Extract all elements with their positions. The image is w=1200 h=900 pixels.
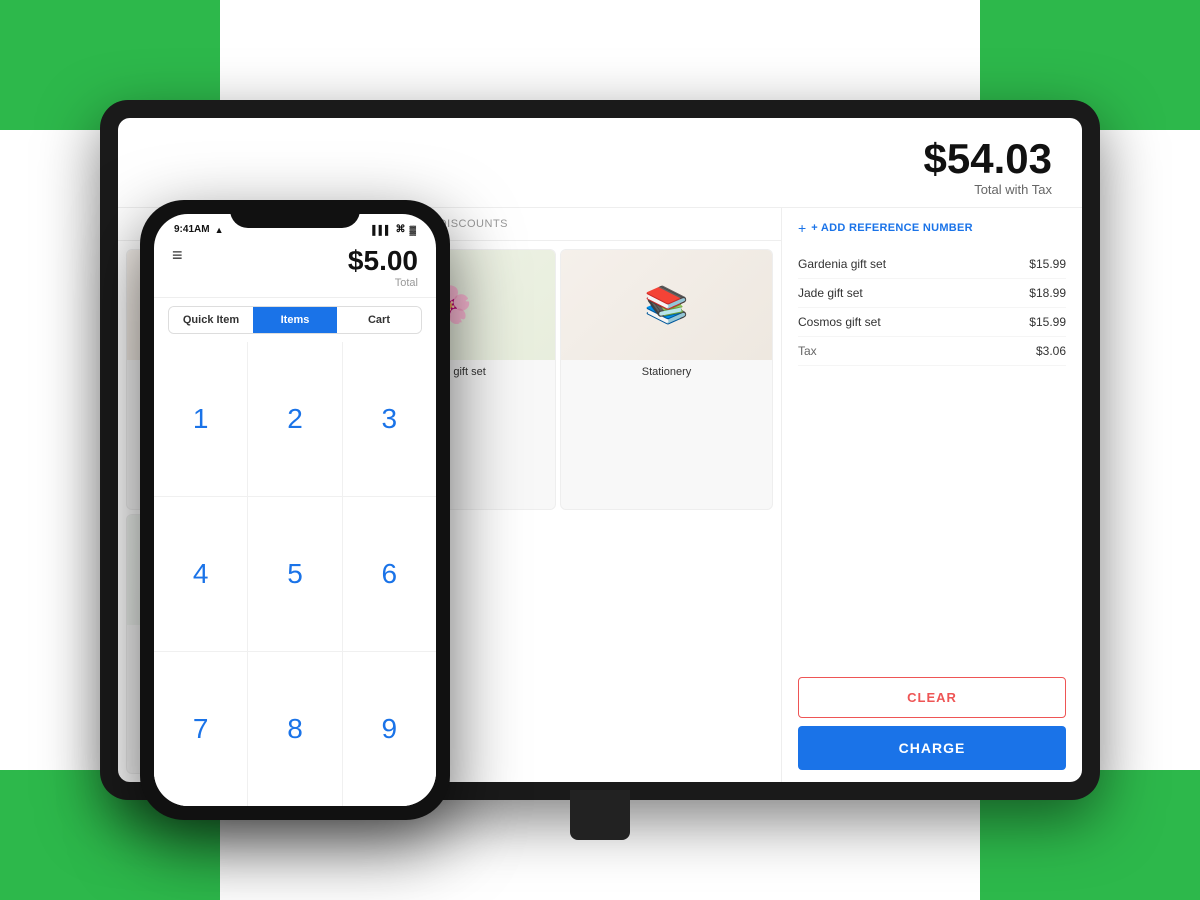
numpad-key-6[interactable]: 6 — [343, 497, 436, 651]
total-amount: $54.03 — [924, 138, 1052, 180]
numpad-key-5[interactable]: 5 — [248, 497, 341, 651]
cart-buttons: CLEAR CHARGE — [798, 677, 1066, 770]
tablet-header: $54.03 Total with Tax — [118, 118, 1082, 208]
item-name-stationery: Stationery — [634, 360, 700, 384]
numpad-key-3[interactable]: 3 — [343, 342, 436, 496]
numpad-key-9[interactable]: 9 — [343, 652, 436, 806]
battery-icon: ▓ — [409, 225, 416, 235]
cart-item-name-jade: Jade gift set — [798, 286, 863, 300]
cart-item-name-cosmos: Cosmos gift set — [798, 315, 881, 329]
cart-item-name-gardenia: Gardenia gift set — [798, 257, 886, 271]
item-card-stationery[interactable]: Stationery — [560, 249, 773, 510]
numpad-key-4[interactable]: 4 — [154, 497, 247, 651]
phone-total-label: Total — [348, 277, 418, 289]
cart-item-price-gardenia: $15.99 — [1029, 257, 1066, 271]
cart-row-jade: Jade gift set $18.99 — [798, 279, 1066, 308]
item-img-stationery — [561, 250, 772, 360]
cart-items: Gardenia gift set $15.99 Jade gift set $… — [798, 250, 1066, 665]
cart-item-price-jade: $18.99 — [1029, 286, 1066, 300]
tablet-stand — [570, 790, 630, 840]
add-reference-button[interactable]: + + ADD REFERENCE NUMBER — [798, 220, 1066, 236]
phone-header: ≡ $5.00 Total — [154, 239, 436, 298]
phone-status-left: 9:41AM ▲ — [174, 224, 224, 235]
signal-icon: ▌▌▌ — [372, 225, 391, 235]
phone-tab-quick-item[interactable]: Quick Item — [169, 307, 253, 333]
numpad-key-7[interactable]: 7 — [154, 652, 247, 806]
phone-tab-cart[interactable]: Cart — [337, 307, 421, 333]
wifi-icon: ⌘ — [395, 224, 405, 235]
phone-total-amount: $5.00 — [348, 245, 418, 277]
clear-button[interactable]: CLEAR — [798, 677, 1066, 718]
cart-item-price-cosmos: $15.99 — [1029, 315, 1066, 329]
phone-device: 9:41AM ▲ ▌▌▌ ⌘ ▓ ≡ $5.00 Total Quick Ite… — [140, 200, 450, 820]
cart-item-name-tax: Tax — [798, 344, 817, 358]
numpad-key-1[interactable]: 1 — [154, 342, 247, 496]
add-icon: + — [798, 220, 806, 236]
cart-row-gardenia: Gardenia gift set $15.99 — [798, 250, 1066, 279]
charge-button[interactable]: CHARGE — [798, 726, 1066, 770]
cart-item-price-tax: $3.06 — [1036, 344, 1066, 358]
cart-row-cosmos: Cosmos gift set $15.99 — [798, 308, 1066, 337]
phone-status-right: ▌▌▌ ⌘ ▓ — [372, 224, 416, 235]
phone-notch — [230, 200, 360, 228]
phone-tab-items[interactable]: Items — [253, 307, 337, 333]
total-label: Total with Tax — [924, 182, 1052, 197]
add-reference-label: + ADD REFERENCE NUMBER — [811, 222, 973, 234]
numpad-key-2[interactable]: 2 — [248, 342, 341, 496]
hamburger-icon[interactable]: ≡ — [172, 245, 183, 266]
cart-panel: + + ADD REFERENCE NUMBER Gardenia gift s… — [782, 208, 1082, 782]
total-display: $54.03 Total with Tax — [924, 138, 1052, 197]
phone-screen: 9:41AM ▲ ▌▌▌ ⌘ ▓ ≡ $5.00 Total Quick Ite… — [154, 214, 436, 806]
location-icon: ▲ — [215, 225, 224, 235]
cart-row-tax: Tax $3.06 — [798, 337, 1066, 366]
numpad-key-8[interactable]: 8 — [248, 652, 341, 806]
phone-time: 9:41AM — [174, 224, 210, 235]
phone-numpad: 1 2 3 4 5 6 7 8 9 — [154, 342, 436, 806]
phone-total: $5.00 Total — [348, 245, 418, 289]
phone-tabs: Quick Item Items Cart — [168, 306, 422, 334]
